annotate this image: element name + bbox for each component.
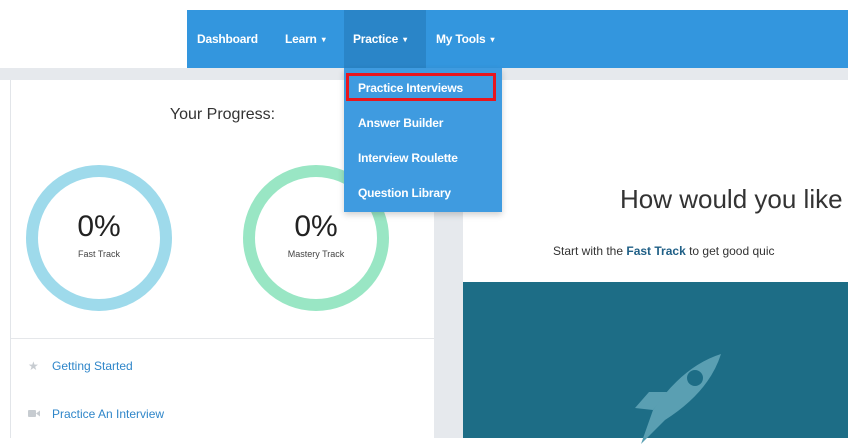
fast-track-hero[interactable] (463, 282, 848, 444)
top-navbar: Dashboard Learn ▾ Practice ▾ My Tools ▾ (187, 10, 848, 68)
divider (11, 338, 434, 339)
fast-track-link[interactable]: Fast Track (626, 244, 685, 258)
star-icon: ★ (28, 359, 39, 373)
chevron-down-icon: ▾ (403, 35, 407, 44)
nav-learn-label: Learn (285, 32, 317, 46)
menu-item-question-library[interactable]: Question Library (344, 176, 502, 210)
fast-track-ring[interactable]: 0% Fast Track (26, 165, 172, 311)
link-practice-interview[interactable]: Practice An Interview (28, 404, 164, 424)
video-camera-icon (28, 404, 40, 424)
main-subtitle: Start with the Fast Track to get good qu… (553, 244, 774, 258)
main-heading: How would you like (620, 184, 843, 214)
link-getting-started-label: Getting Started (52, 359, 133, 373)
mastery-track-percent: 0% (294, 210, 338, 243)
menu-item-answer-builder[interactable]: Answer Builder (344, 106, 502, 140)
mastery-track-label: Mastery Track (287, 249, 345, 259)
chevron-down-icon: ▾ (321, 35, 326, 44)
nav-practice-label: Practice (353, 32, 399, 46)
main-content: How would you like Start with the Fast T… (463, 80, 848, 444)
nav-my-tools-label: My Tools (436, 32, 486, 46)
nav-dashboard[interactable]: Dashboard (197, 10, 258, 68)
nav-practice[interactable]: Practice ▾ (344, 10, 426, 68)
menu-item-interview-roulette[interactable]: Interview Roulette (344, 141, 502, 175)
subtitle-prefix: Start with the (553, 244, 627, 258)
link-getting-started[interactable]: ★ Getting Started (28, 356, 133, 376)
rocket-icon (635, 354, 721, 444)
subtitle-suffix: to get good quic (685, 244, 775, 258)
nav-my-tools[interactable]: My Tools ▾ (436, 10, 495, 68)
fast-track-percent: 0% (77, 210, 121, 243)
fast-track-label: Fast Track (77, 249, 120, 259)
menu-item-practice-interviews[interactable]: Practice Interviews (344, 71, 502, 105)
practice-dropdown-menu: Practice Interviews Answer Builder Inter… (344, 68, 502, 212)
nav-dashboard-label: Dashboard (197, 32, 258, 46)
chevron-down-icon: ▾ (490, 35, 495, 44)
link-practice-interview-label: Practice An Interview (52, 407, 165, 421)
nav-learn[interactable]: Learn ▾ (285, 10, 326, 68)
